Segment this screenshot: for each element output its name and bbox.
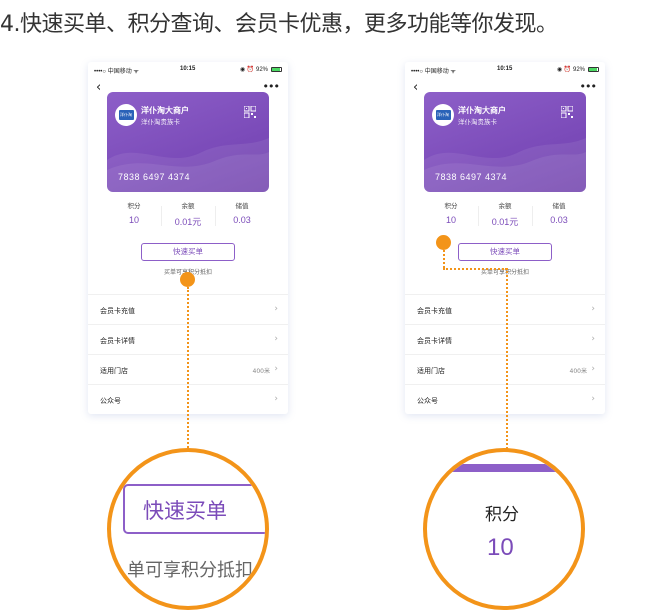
back-icon[interactable]: ‹ [96, 80, 101, 95]
logo-text: 洋仆淘 [118, 110, 134, 120]
quick-pay-button[interactable]: 快速买单 [141, 243, 235, 261]
stat-label: 积分 [127, 202, 141, 210]
phone-screen-right: ••••○ 中国移动 ᯤ 10:15 ◉ ⏰ 92% ‹ ••• 洋仆淘 洋仆淘… [405, 62, 605, 414]
stat-points[interactable]: 积分 10 [424, 200, 478, 232]
callout-line-right-vertical-b [506, 268, 508, 452]
battery-icon [271, 67, 282, 72]
menu-item-label: 会员卡充值 [417, 307, 452, 315]
more-icon[interactable]: ••• [263, 80, 280, 93]
status-time: 10:15 [497, 66, 513, 72]
zoom-quick-pay-note: 单可享积分抵扣 [127, 560, 253, 581]
zoom-quick-pay-label: 快速买单 [143, 499, 227, 523]
more-icon[interactable]: ••• [580, 80, 597, 93]
zoom-points-label: 积分 [485, 505, 519, 525]
menu-item-label: 公众号 [100, 397, 121, 405]
menu-list: 会员卡充值 › 会员卡详情 › 适用门店 400米 › 公众号 › [405, 294, 605, 414]
stat-label: 储值 [235, 202, 249, 210]
battery-label: ◉ ⏰ 92% [556, 67, 585, 73]
quick-pay-button[interactable]: 快速买单 [458, 243, 552, 261]
zoom-quick-pay: 快速买单 单可享积分抵扣 [107, 448, 269, 610]
stat-label: 积分 [444, 202, 458, 210]
card-type: 洋仆淘贵族卡 [458, 118, 497, 126]
carrier-label: ••••○ 中国移动 ᯤ [94, 69, 139, 75]
card-wave-decoration [107, 138, 269, 192]
chevron-right-icon: › [274, 304, 278, 314]
callout-line-left [187, 287, 189, 452]
stat-value: 0.03 [550, 215, 568, 225]
zoom-points-value: 10 [487, 534, 514, 561]
card-number: 7838 6497 4374 [118, 172, 191, 182]
card-number: 7838 6497 4374 [435, 172, 508, 182]
stat-label: 储值 [552, 202, 566, 210]
stat-value: 10 [128, 215, 139, 225]
distance-label: 400米 [569, 368, 587, 375]
stat-value: 10 [445, 215, 456, 225]
chevron-right-icon: › [591, 304, 595, 314]
stat-points[interactable]: 积分 10 [107, 200, 161, 232]
merchant-logo: 洋仆淘 [115, 104, 137, 126]
carrier-label: ••••○ 中国移动 ᯤ [411, 69, 456, 75]
member-card[interactable]: 洋仆淘 洋仆淘大商户 洋仆淘贵族卡 7838 6497 4374 [107, 92, 269, 192]
status-time: 10:15 [180, 66, 196, 72]
distance-label: 400米 [252, 368, 270, 375]
callout-marker-right [436, 235, 451, 250]
stat-stored-value[interactable]: 储值 0.03 [215, 200, 269, 232]
chevron-right-icon: › [274, 334, 278, 344]
menu-item-official-account[interactable]: 公众号 › [405, 384, 605, 414]
merchant-logo: 洋仆淘 [432, 104, 454, 126]
zoom-points: 积分 10 [423, 448, 585, 610]
chevron-right-icon: › [591, 364, 595, 374]
card-type: 洋仆淘贵族卡 [141, 118, 180, 126]
stat-label: 余额 [181, 202, 195, 210]
battery-icon [588, 67, 599, 72]
zoom-card-edge [427, 464, 581, 472]
qr-code-icon[interactable] [561, 106, 573, 118]
menu-item-label: 会员卡详情 [417, 337, 452, 345]
stat-value: 0.01元 [174, 217, 202, 227]
headline: 4.快速买单、积分查询、会员卡优惠，更多功能等你发现。 [0, 12, 558, 37]
back-icon[interactable]: ‹ [413, 80, 418, 95]
callout-line-right-horizontal [443, 268, 507, 270]
stat-value: 0.01元 [491, 217, 519, 227]
merchant-name: 洋仆淘大商户 [141, 106, 189, 115]
status-bar: ••••○ 中国移动 ᯤ 10:15 ◉ ⏰ 92% [405, 62, 605, 76]
menu-item-card-details[interactable]: 会员卡详情 › [405, 324, 605, 354]
callout-marker-left [180, 272, 195, 287]
stat-balance[interactable]: 余额 0.01元 [161, 200, 215, 232]
status-bar: ••••○ 中国移动 ᯤ 10:15 ◉ ⏰ 92% [88, 62, 288, 76]
merchant-name: 洋仆淘大商户 [458, 106, 506, 115]
stat-balance[interactable]: 余额 0.01元 [478, 200, 532, 232]
menu-item-label: 会员卡充值 [100, 307, 135, 315]
logo-text: 洋仆淘 [435, 110, 451, 120]
card-wave-decoration [424, 138, 586, 192]
menu-item-stores[interactable]: 适用门店 400米 › [405, 354, 605, 384]
menu-item-label: 会员卡详情 [100, 337, 135, 345]
callout-line-right-vertical-a [443, 250, 445, 268]
chevron-right-icon: › [591, 394, 595, 404]
chevron-right-icon: › [274, 394, 278, 404]
menu-item-recharge[interactable]: 会员卡充值 › [405, 294, 605, 324]
chevron-right-icon: › [591, 334, 595, 344]
chevron-right-icon: › [274, 364, 278, 374]
member-card[interactable]: 洋仆淘 洋仆淘大商户 洋仆淘贵族卡 7838 6497 4374 [424, 92, 586, 192]
battery-label: ◉ ⏰ 92% [239, 67, 268, 73]
stat-label: 余额 [498, 202, 512, 210]
stats-row: 积分 10 余额 0.01元 储值 0.03 [107, 200, 269, 232]
menu-item-label: 适用门店 [100, 367, 128, 375]
menu-item-label: 公众号 [417, 397, 438, 405]
qr-code-icon[interactable] [244, 106, 256, 118]
menu-item-label: 适用门店 [417, 367, 445, 375]
stats-row: 积分 10 余额 0.01元 储值 0.03 [424, 200, 586, 232]
stat-value: 0.03 [233, 215, 251, 225]
stat-stored-value[interactable]: 储值 0.03 [532, 200, 586, 232]
